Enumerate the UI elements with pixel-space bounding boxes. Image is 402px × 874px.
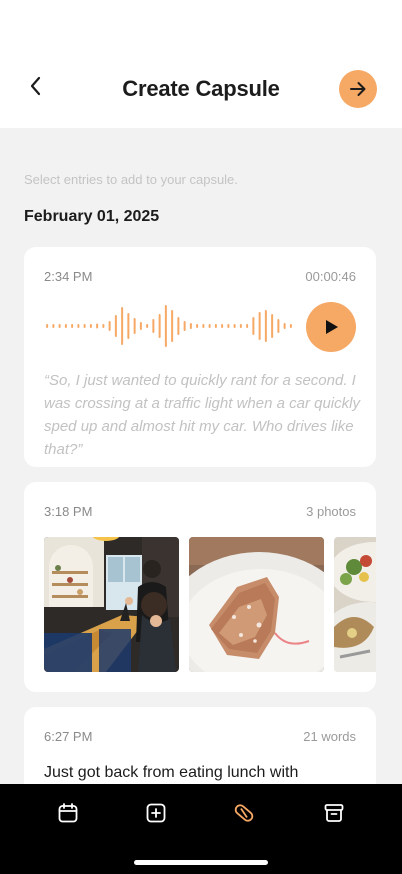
tab-capsule[interactable] [231,800,257,826]
entries-scroll[interactable]: Select entries to add to your capsule. F… [0,128,402,784]
date-heading: February 01, 2025 [24,208,160,225]
audio-entry-card[interactable]: 2:34 PM 00:00:46 “So, I just wanted to q… [24,247,376,467]
header: Create Capsule [0,0,402,128]
calendar-icon [58,803,78,823]
photo-cafe[interactable] [44,537,179,672]
next-button[interactable] [339,70,377,108]
home-indicator [134,860,268,865]
text-entry-card[interactable]: 6:27 PM 21 words Just got back from eati… [24,707,376,784]
photo-strip[interactable] [44,537,376,672]
photo-pastry[interactable] [189,537,324,672]
entry-time: 3:18 PM [44,504,93,519]
instruction-text: Select entries to add to your capsule. [24,172,238,187]
plus-square-icon [146,803,166,823]
entry-time: 6:27 PM [44,729,93,744]
word-count: 21 words [303,729,356,744]
archive-icon [324,804,344,822]
capsule-icon [234,804,254,822]
arrow-right-icon [350,82,366,96]
photo-count: 3 photos [306,504,356,519]
tab-calendar[interactable] [55,800,81,826]
audio-waveform [46,305,292,347]
transcript-text: “So, I just wanted to quickly rant for a… [44,372,360,458]
play-icon [326,320,338,334]
photo-salad[interactable] [334,537,376,672]
entry-text: Just got back from eating lunch with [44,764,299,781]
tab-archive[interactable] [321,800,347,826]
tab-new-entry[interactable] [143,800,169,826]
audio-duration: 00:00:46 [305,269,356,284]
photo-entry-card[interactable]: 3:18 PM 3 photos [24,482,376,692]
play-button[interactable] [306,302,356,352]
entry-time: 2:34 PM [44,269,93,284]
